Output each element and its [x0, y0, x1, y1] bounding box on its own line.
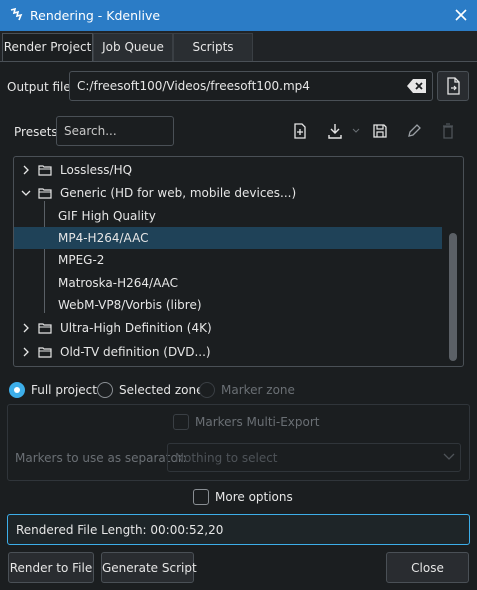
open-file-button[interactable]	[437, 71, 469, 101]
tree-folder-generic[interactable]: Generic (HD for web, mobile devices...)	[14, 182, 442, 204]
markers-separator-select: Nothing to select	[167, 443, 461, 472]
more-options-label[interactable]: More options	[215, 490, 293, 504]
folder-icon	[38, 323, 52, 334]
tree-preset-mp4[interactable]: MP4-H264/AAC	[14, 227, 442, 249]
chevron-right-icon[interactable]	[20, 322, 32, 334]
tab-scripts[interactable]: Scripts	[173, 33, 253, 61]
tree-item-label: Old-TV definition (DVD...)	[60, 345, 211, 359]
presets-label: Presets	[14, 125, 58, 139]
tree-folder-oldtv[interactable]: Old-TV definition (DVD...)	[14, 341, 442, 363]
more-options-checkbox[interactable]	[193, 489, 209, 505]
tab-job-queue[interactable]: Job Queue	[93, 33, 173, 61]
tree-item-label: WebM-VP8/Vorbis (libre)	[58, 298, 202, 312]
preset-search-input[interactable]: Search...	[56, 116, 174, 146]
tree-folder-uhd[interactable]: Ultra-High Definition (4K)	[14, 317, 442, 339]
tree-item-label: MP4-H264/AAC	[58, 231, 149, 245]
markers-separator-label: Markers to use as separator:	[15, 451, 187, 465]
generate-script-button[interactable]: Generate Script	[101, 552, 197, 583]
open-document-icon	[447, 77, 460, 95]
markers-multi-export-label: Markers Multi-Export	[195, 415, 320, 429]
tree-preset-mpeg2[interactable]: MPEG-2	[14, 249, 442, 271]
edit-preset-icon[interactable]	[404, 121, 424, 141]
marker-zone-label: Marker zone	[221, 383, 295, 397]
chevron-right-icon[interactable]	[20, 164, 32, 176]
window-title: Rendering - Kdenlive	[30, 8, 161, 23]
tree-item-label: MPEG-2	[58, 253, 105, 267]
render-to-file-button[interactable]: Render to File	[8, 552, 94, 583]
selected-zone-label[interactable]: Selected zone	[119, 383, 203, 397]
tree-preset-gif[interactable]: GIF High Quality	[14, 205, 442, 227]
download-preset-icon[interactable]	[325, 121, 345, 141]
output-file-label: Output file	[7, 80, 71, 94]
chevron-down-icon[interactable]	[20, 187, 32, 199]
tab-render-project[interactable]: Render Project	[2, 33, 93, 62]
clear-text-icon[interactable]	[406, 77, 428, 95]
full-project-label[interactable]: Full project	[31, 383, 97, 397]
marker-zone-radio	[199, 382, 215, 398]
tree-item-label: Generic (HD for web, mobile devices...)	[60, 186, 297, 200]
tree-item-label: Lossless/HQ	[60, 163, 133, 177]
selected-zone-radio[interactable]	[97, 382, 113, 398]
rendered-file-length: Rendered File Length: 00:00:52,20	[7, 514, 470, 545]
output-file-input[interactable]: C:/freesoft100/Videos/freesoft100.mp4	[69, 71, 433, 101]
close-window-icon[interactable]	[451, 5, 471, 25]
tree-item-label: Ultra-High Definition (4K)	[60, 321, 212, 335]
tree-preset-webm[interactable]: WebM-VP8/Vorbis (libre)	[14, 294, 442, 316]
chevron-right-icon[interactable]	[20, 346, 32, 358]
folder-icon	[38, 165, 52, 176]
tree-preset-matroska[interactable]: Matroska-H264/AAC	[14, 272, 442, 294]
delete-preset-icon	[443, 123, 453, 139]
tree-folder-lossless[interactable]: Lossless/HQ	[14, 159, 442, 181]
folder-icon	[38, 347, 52, 358]
tree-item-label: GIF High Quality	[58, 209, 156, 223]
chevron-down-icon	[443, 453, 455, 460]
folder-icon	[38, 188, 52, 199]
kdenlive-app-icon	[10, 7, 23, 21]
radio-selected-dot	[14, 387, 20, 393]
markers-multi-export-checkbox	[173, 414, 189, 430]
preset-tree[interactable]: Lossless/HQ Generic (HD for web, mobile …	[13, 156, 464, 367]
tree-item-label: Matroska-H264/AAC	[58, 276, 178, 290]
close-button[interactable]: Close	[386, 552, 469, 583]
tree-scrollbar-thumb[interactable]	[449, 233, 457, 361]
download-menu-chevron-icon[interactable]	[352, 128, 360, 134]
new-preset-icon[interactable]	[290, 121, 310, 141]
save-preset-icon[interactable]	[370, 121, 390, 141]
